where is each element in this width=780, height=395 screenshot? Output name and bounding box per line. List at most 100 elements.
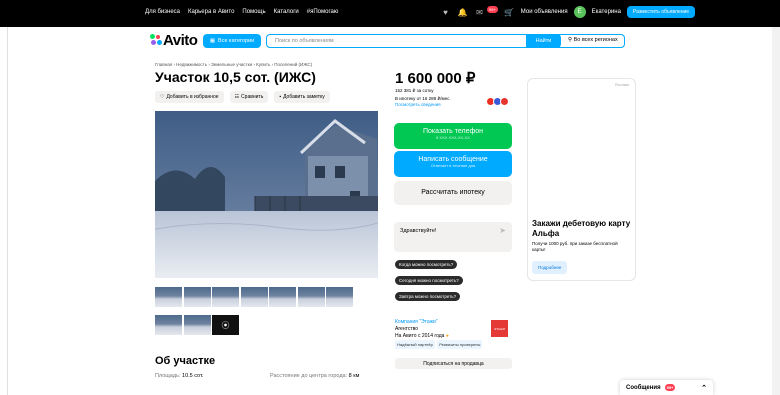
link-ya-pomogayu[interactable]: #яПомогаю [307, 9, 339, 15]
area-param: Площадь: 10.5 сот. [155, 373, 203, 379]
messages-panel[interactable]: Сообщения 99+ ⌃ [620, 380, 713, 395]
add-to-favorites-button[interactable]: ♡ Добавить в избранное [155, 91, 224, 103]
photo-thumbnails: ⦿ [155, 287, 378, 343]
seller-card: Компания "Этажи" Агентство На Авито с 20… [395, 319, 483, 349]
link-for-business[interactable]: Для бизнеса [145, 9, 180, 15]
calc-mortgage-button[interactable]: Рассчитать ипотеку [394, 181, 512, 205]
top-user-area: ♥ 🔔 ✉ 99+ 🛒 Мои объявления Е Екатерина Р… [440, 5, 696, 18]
cart-icon[interactable]: 🛒 [504, 7, 515, 18]
show-phone-button[interactable]: Показать телефон 8 XXX XXX-XX-XX [394, 123, 512, 149]
location-pin-icon: ⚲ [568, 37, 573, 43]
chevron-up-icon[interactable]: ⌃ [701, 384, 707, 392]
show-phone-sub: 8 XXX XXX-XX-XX [436, 135, 470, 140]
price-details: 152 381 ₽ за сотку В ипотеку от 16 289 ₽… [395, 88, 451, 108]
ad-banner[interactable]: Реклама Закажи дебетовую карту Альфа Пол… [527, 78, 636, 281]
compare-icon: ☷ [234, 94, 240, 100]
ad-text: Получи 1000 руб. при заказе бесплатной к… [532, 241, 618, 252]
mortgage-details-link[interactable]: Посмотреть сведения [395, 102, 451, 108]
favorites-label: Добавить в избранное [166, 94, 219, 100]
bell-icon[interactable]: 🔔 [457, 7, 468, 18]
thumbnail[interactable] [240, 287, 268, 307]
region-selector[interactable]: ⚲ Во всех регионах [568, 37, 618, 43]
thumbnail-more[interactable]: ⦿ [212, 315, 239, 335]
user-name[interactable]: Екатерина [592, 9, 621, 15]
left-divider [7, 27, 8, 395]
seller-tag: Реквизиты проверены [437, 340, 483, 349]
show-phone-label: Показать телефон [423, 128, 483, 135]
distance-param: Расстояние до центра города: 8 км [270, 373, 359, 379]
seller-logo-text: ЭТАЖИ [494, 326, 505, 331]
write-message-label: Написать сообщение [418, 156, 488, 163]
thumb-row-1 [155, 287, 378, 307]
seller-since-text: На Авито с 2014 года [395, 333, 445, 339]
ad-headline: Закажи дебетовую карту Альфа [532, 219, 631, 238]
header: Avito ▦ Все категории Поиск по объявлени… [150, 32, 630, 49]
subscribe-seller-button[interactable]: Подписаться на продавца [395, 358, 512, 369]
price: 1 600 000 ₽ [395, 70, 476, 87]
thumb-row-2: ⦿ [155, 315, 378, 335]
note-label: Добавить заметку [283, 94, 325, 100]
quick-question-chip[interactable]: Сегодня можно посмотреть? [395, 276, 463, 285]
seller-name[interactable]: Компания "Этажи" [395, 319, 483, 326]
page-title: Участок 10,5 сот. (ИЖС) [155, 69, 316, 85]
ad-label: Реклама [614, 83, 629, 87]
thumbnail[interactable] [269, 287, 296, 307]
area-label: Площадь: [155, 373, 181, 379]
seller-logo[interactable]: ЭТАЖИ [491, 320, 508, 337]
thumbnail[interactable] [155, 315, 182, 335]
quick-question-chip[interactable]: Завтра можно посмотреть? [395, 292, 461, 301]
write-message-sub: Отвечает в течение дня [430, 163, 476, 168]
breadcrumb[interactable]: Главная › Недвижимость › Земельные участ… [155, 62, 312, 67]
link-help[interactable]: Помощь [242, 9, 265, 15]
heart-icon[interactable]: ♥ [440, 7, 451, 18]
thumbnail[interactable] [183, 287, 211, 307]
bank-logo-icon [500, 97, 509, 106]
grid-icon: ▦ [209, 38, 216, 44]
compare-button[interactable]: ☷ Сравнить [229, 91, 269, 103]
region-label: Во всех регионах [573, 37, 618, 43]
avito-logo[interactable]: Avito [150, 32, 198, 49]
seller-tags: Надёжный партнёр Реквизиты проверены [395, 340, 483, 349]
avito-logo-icon [150, 34, 162, 46]
all-categories-label: Все категории [218, 38, 255, 44]
distance-value: 8 км [348, 373, 360, 379]
write-message-button[interactable]: Написать сообщение Отвечает в течение дн… [394, 151, 512, 177]
thumbnail[interactable] [297, 287, 325, 307]
send-icon[interactable]: ➤ [499, 226, 506, 235]
messages-count: 99+ [664, 384, 676, 391]
medal-icon: ● [445, 333, 449, 339]
post-listing-button[interactable]: Разместить объявление [626, 6, 696, 18]
add-note-button[interactable]: ▪ Добавить заметку [274, 91, 330, 103]
house-photo-illustration [155, 111, 378, 278]
avatar[interactable]: Е [573, 6, 586, 18]
seller-type: Агентство [395, 326, 418, 332]
search-placeholder: Поиск по объявлениям [275, 38, 334, 44]
thumbnail[interactable] [326, 287, 353, 307]
top-links: Для бизнеса Карьера в Авито Помощь Катал… [145, 9, 338, 15]
scrollbar[interactable] [772, 27, 780, 395]
thumbnail[interactable] [155, 287, 182, 307]
thumbnail[interactable] [183, 315, 211, 335]
note-icon: ▪ [279, 94, 282, 100]
thumbnail[interactable] [212, 287, 239, 307]
compare-label: Сравнить [241, 94, 264, 100]
bank-logos [486, 97, 509, 106]
messages-label: Сообщения [626, 384, 661, 391]
quick-question-chip[interactable]: Когда можно посмотреть? [395, 260, 458, 269]
logo-text: Avito [163, 32, 198, 49]
chat-icon[interactable]: ✉ [474, 7, 485, 18]
heart-outline-icon: ♡ [160, 94, 165, 100]
seller-tag: Надёжный партнёр [395, 340, 435, 349]
distance-label: Расстояние до центра города: [270, 373, 348, 379]
price-per-sotka: 152 381 ₽ за сотку [395, 88, 434, 93]
ad-details-button[interactable]: Подробнее [532, 261, 568, 274]
chat-message-text: Здравствуйте! [400, 228, 437, 234]
link-career[interactable]: Карьера в Авито [188, 9, 234, 15]
all-categories-button[interactable]: ▦ Все категории [203, 34, 261, 48]
link-catalogs[interactable]: Каталоги [274, 9, 299, 15]
chat-message-input[interactable]: Здравствуйте! ➤ [394, 222, 512, 252]
search-button[interactable]: Найти [526, 34, 561, 48]
my-listings-link[interactable]: Мои объявления [521, 9, 568, 15]
about-section-title: Об участке [155, 355, 216, 367]
main-photo[interactable] [155, 111, 378, 278]
